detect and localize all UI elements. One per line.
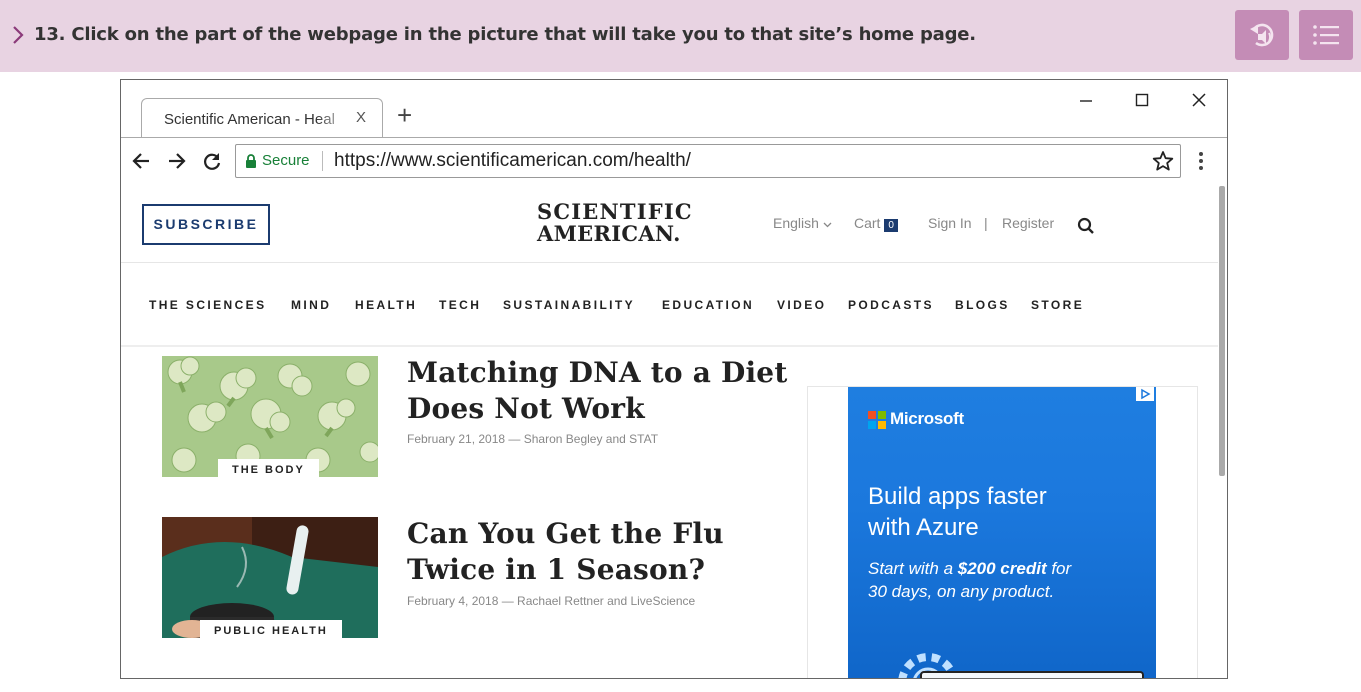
cart-link[interactable]: Cart 0 — [854, 215, 898, 232]
ad-headline-line-1: Build apps faster — [868, 483, 1047, 510]
logo-line-1: SCIENTIFIC — [537, 199, 693, 224]
sign-in-link[interactable]: Sign In — [928, 215, 972, 231]
article-title-line-2: Twice in 1 Season? — [407, 553, 706, 586]
ad-sub-prefix: Start with a — [868, 559, 958, 578]
nav-the-sciences[interactable]: THE SCIENCES — [149, 298, 266, 312]
microsoft-azure-ad[interactable]: Microsoft Build apps faster with Azure S… — [848, 387, 1156, 678]
scrollbar-thumb[interactable] — [1219, 186, 1225, 476]
url-text[interactable]: https://www.scientificamerican.com/healt… — [334, 150, 691, 172]
language-selector[interactable]: English — [773, 215, 832, 231]
ad-sub-bold: $200 credit — [957, 559, 1047, 578]
logo-line-2: AMERICAN. — [537, 221, 681, 246]
chevron-down-icon — [823, 222, 832, 228]
nav-store[interactable]: STORE — [1031, 298, 1084, 312]
browser-tab[interactable]: Scientific American - Heal X — [141, 98, 383, 138]
adchoices-icon[interactable] — [1136, 387, 1154, 401]
article-thumbnail-flu[interactable]: PUBLIC HEALTH — [162, 517, 378, 638]
header-separator: | — [984, 215, 988, 231]
article-meta: February 4, 2018 — Rachael Rettner and L… — [407, 594, 696, 608]
category-label[interactable]: PUBLIC HEALTH — [200, 620, 342, 638]
nav-sustainability[interactable]: SUSTAINABILITY — [503, 298, 635, 312]
article-title-line-2: Does Not Work — [407, 392, 645, 425]
reload-icon — [204, 153, 221, 170]
list-menu-button[interactable] — [1299, 10, 1353, 60]
nav-video[interactable]: VIDEO — [777, 298, 826, 312]
article-meta: February 21, 2018 — Sharon Begley and ST… — [407, 432, 659, 446]
subscribe-button[interactable]: SUBSCRIBE — [142, 204, 270, 245]
article-title-line-1: Matching DNA to a Diet — [407, 356, 788, 389]
minimize-icon — [1080, 100, 1092, 102]
lock-icon — [246, 154, 256, 168]
laptop-image — [920, 671, 1144, 678]
register-link[interactable]: Register — [1002, 215, 1054, 231]
arrow-left-icon — [132, 153, 149, 169]
nav-mind[interactable]: MIND — [291, 298, 331, 312]
tab-title: Scientific American - Heal — [164, 111, 335, 128]
article-title[interactable]: Matching DNA to a Diet Does Not Work — [407, 355, 787, 427]
ad-subtext: Start with a $200 credit for 30 days, on… — [868, 557, 1138, 603]
ad-headline-line-2: with Azure — [868, 514, 979, 541]
back-button[interactable] — [130, 150, 152, 172]
list-menu-icon — [1313, 25, 1339, 45]
arrow-right-icon — [169, 153, 186, 169]
tab-close-button[interactable]: X — [356, 109, 366, 126]
ad-brand: Microsoft — [890, 409, 964, 428]
minimize-button[interactable] — [1074, 88, 1098, 112]
language-label: English — [773, 215, 819, 231]
browser-toolbar: Secure https://www.scientificamerican.co… — [121, 137, 1227, 186]
forward-button[interactable] — [166, 150, 188, 172]
nav-health[interactable]: HEALTH — [355, 298, 417, 312]
category-label[interactable]: THE BODY — [218, 459, 319, 477]
nav-divider — [121, 345, 1218, 347]
nav-podcasts[interactable]: PODCASTS — [848, 298, 934, 312]
browser-window: Scientific American - Heal X + Secure ht… — [120, 79, 1228, 679]
article-thumbnail-broccoli[interactable]: THE BODY — [162, 356, 378, 477]
audio-replay-icon — [1250, 23, 1274, 47]
browser-titlebar: Scientific American - Heal X + — [121, 80, 1227, 138]
browser-menu-icon[interactable] — [1197, 151, 1205, 171]
webpage-viewport: SUBSCRIBE SCIENTIFIC AMERICAN. English C… — [121, 185, 1218, 678]
question-text: 13. Click on the part of the webpage in … — [34, 24, 976, 45]
maximize-icon — [1135, 93, 1149, 107]
search-icon[interactable] — [1077, 217, 1095, 235]
nav-blogs[interactable]: BLOGS — [955, 298, 1010, 312]
header-divider — [121, 262, 1218, 263]
site-logo-home-link[interactable]: SCIENTIFIC AMERICAN. — [537, 201, 707, 245]
article-title-line-1: Can You Get the Flu — [407, 517, 724, 550]
nav-education[interactable]: EDUCATION — [662, 298, 754, 312]
new-tab-button[interactable]: + — [397, 102, 412, 128]
close-window-button[interactable] — [1187, 88, 1211, 112]
ad-sub-line-2: 30 days, on any product. — [868, 582, 1055, 601]
article-title[interactable]: Can You Get the Flu Twice in 1 Season? — [407, 516, 724, 588]
question-bar: 13. Click on the part of the webpage in … — [0, 0, 1361, 72]
ad-sub-suffix: for — [1046, 559, 1072, 578]
microsoft-logo-icon — [868, 411, 886, 429]
secure-label: Secure — [262, 152, 310, 169]
maximize-button[interactable] — [1130, 88, 1154, 112]
omnibox-divider — [322, 151, 323, 171]
close-icon — [1192, 93, 1206, 107]
address-bar[interactable]: Secure https://www.scientificamerican.co… — [235, 144, 1181, 178]
cart-label: Cart — [854, 215, 881, 231]
reload-button[interactable] — [201, 150, 223, 172]
audio-replay-button[interactable] — [1235, 10, 1289, 60]
chevron-right-icon[interactable] — [10, 22, 26, 48]
nav-tech[interactable]: TECH — [439, 298, 481, 312]
page-scrollbar[interactable] — [1218, 185, 1227, 678]
bookmark-star-icon[interactable] — [1152, 150, 1174, 172]
ad-headline: Build apps faster with Azure — [868, 481, 1138, 543]
cart-count-badge: 0 — [884, 219, 898, 232]
